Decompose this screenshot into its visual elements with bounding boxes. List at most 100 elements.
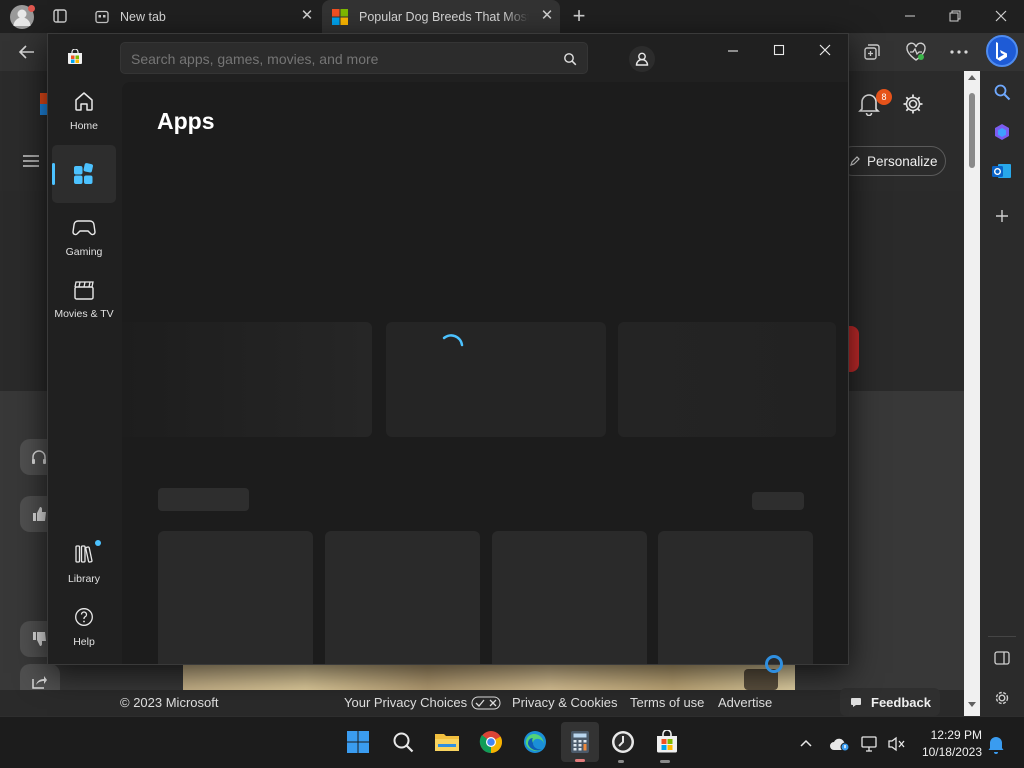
new-tab-button[interactable]: + <box>568 3 590 29</box>
store-main-content: Apps <box>122 82 848 664</box>
page-scrollbar[interactable] <box>964 71 980 716</box>
store-maximize-icon[interactable] <box>772 43 786 57</box>
sidebar-settings-icon[interactable] <box>993 689 1011 707</box>
clock-icon[interactable] <box>608 727 638 757</box>
selection-indicator <box>52 163 55 185</box>
app-card-placeholder <box>158 531 313 664</box>
clock-date[interactable]: 10/18/2023 <box>912 745 982 759</box>
back-arrow-icon[interactable] <box>18 43 36 61</box>
close-window-icon[interactable] <box>994 9 1008 23</box>
notification-count-badge: 8 <box>876 89 892 105</box>
profile-avatar[interactable] <box>10 5 35 29</box>
collections-icon[interactable] <box>862 42 882 62</box>
start-icon[interactable] <box>343 727 373 757</box>
clock-time[interactable]: 12:29 PM <box>922 728 982 742</box>
hero-placeholder-center <box>386 322 606 437</box>
close-tab-icon[interactable]: ✕ <box>540 8 554 23</box>
help-question-icon <box>75 608 93 626</box>
movies-clapper-icon <box>74 281 94 300</box>
scroll-up-arrow-icon[interactable] <box>967 73 977 81</box>
library-icon <box>75 545 93 563</box>
nav-library-label: Library <box>67 573 101 585</box>
pencil-icon <box>850 156 860 166</box>
footer-link-terms[interactable]: Terms of use <box>630 695 704 710</box>
account-icon[interactable] <box>629 46 655 72</box>
calculator-running-indicator <box>575 759 585 762</box>
scroll-down-arrow-icon[interactable] <box>967 701 977 709</box>
store-close-icon[interactable] <box>818 43 832 57</box>
browser-essentials-icon[interactable] <box>905 42 927 62</box>
clock-running-indicator <box>618 760 624 763</box>
notification-center-icon[interactable] <box>987 734 1005 754</box>
nav-movies-label: Movies & TV <box>54 308 114 320</box>
hamburger-menu-icon[interactable] <box>22 154 40 168</box>
nav-library[interactable]: Library <box>52 540 116 588</box>
footer-link-label: Your Privacy Choices <box>344 695 468 710</box>
section-title-placeholder <box>158 488 249 511</box>
footer-link-privacy-cookies[interactable]: Privacy & Cookies <box>512 695 617 710</box>
close-tab-icon[interactable]: ✕ <box>300 8 314 23</box>
onedrive-icon[interactable] <box>829 736 851 752</box>
sidebar-outlook-icon[interactable] <box>992 162 1012 180</box>
footer-link-advertise[interactable]: Advertise <box>718 695 772 710</box>
settings-gear-icon[interactable] <box>902 93 924 115</box>
personalize-label: Personalize <box>867 153 938 169</box>
feedback-label: Feedback <box>871 694 931 710</box>
copyright-text: © 2023 Microsoft <box>120 695 219 710</box>
search-icon[interactable] <box>563 52 577 66</box>
see-all-placeholder <box>752 492 804 510</box>
store-app-icon <box>67 49 83 65</box>
nav-home[interactable]: Home <box>52 90 116 142</box>
tab-new-tab[interactable]: New tab ✕ <box>86 0 320 33</box>
store-minimize-icon[interactable] <box>726 44 740 58</box>
show-hidden-icons-chevron[interactable] <box>799 738 813 748</box>
hide-sidebar-icon[interactable] <box>994 651 1010 665</box>
nav-movies-tv[interactable]: Movies & TV <box>52 280 116 324</box>
tab-dog-breeds[interactable]: Popular Dog Breeds That Most P ✕ <box>322 0 560 33</box>
app-card-placeholder <box>325 531 480 664</box>
new-tab-page-icon <box>95 10 109 23</box>
busy-cursor-icon <box>764 654 784 674</box>
search-icon[interactable] <box>388 727 418 757</box>
store-search-box[interactable] <box>120 42 588 74</box>
library-update-dot <box>95 540 101 546</box>
file-explorer-icon[interactable] <box>432 727 462 757</box>
hero-placeholder-right <box>618 322 836 437</box>
microsoft-store-window: Home Gaming Movies & TV Library Help App… <box>47 33 849 665</box>
volume-muted-icon[interactable] <box>887 736 907 752</box>
nav-gaming[interactable]: Gaming <box>52 218 116 262</box>
headphones-icon <box>32 450 46 464</box>
page-title: Apps <box>157 108 215 134</box>
hero-placeholder-left <box>122 322 372 437</box>
left-action-rail <box>0 431 60 713</box>
tab-actions-icon[interactable] <box>52 8 68 24</box>
minimize-icon[interactable] <box>903 9 917 23</box>
scrollbar-thumb[interactable] <box>969 93 975 168</box>
chrome-icon[interactable] <box>476 727 506 757</box>
footer-link-privacy-choices[interactable]: Your Privacy Choices <box>344 695 501 710</box>
sidebar-divider <box>988 636 1016 637</box>
edge-icon[interactable] <box>520 727 550 757</box>
nav-help[interactable]: Help <box>52 607 116 651</box>
gaming-controller-icon <box>72 220 96 236</box>
feedback-icon <box>851 698 861 707</box>
nav-apps-selected[interactable] <box>52 145 116 203</box>
personalize-button[interactable]: Personalize <box>838 146 946 176</box>
network-icon[interactable] <box>861 736 879 752</box>
profile-notification-dot <box>28 5 35 12</box>
app-card-placeholder <box>658 531 813 664</box>
feedback-button[interactable]: Feedback <box>840 688 940 716</box>
restore-icon[interactable] <box>948 9 962 23</box>
more-options-icon[interactable] <box>950 50 968 54</box>
calculator-icon[interactable] <box>561 722 599 762</box>
store-running-indicator <box>660 760 670 763</box>
sidebar-copilot-icon[interactable] <box>993 123 1011 141</box>
sidebar-search-icon[interactable] <box>993 83 1011 101</box>
loading-spinner-icon <box>436 331 466 361</box>
sidebar-add-icon[interactable] <box>994 208 1010 224</box>
store-icon[interactable] <box>652 727 682 757</box>
app-card-placeholder <box>492 531 647 664</box>
store-search-input[interactable] <box>131 49 551 69</box>
browser-tab-bar: New tab ✕ Popular Dog Breeds That Most P… <box>0 0 1024 33</box>
bing-copilot-icon[interactable] <box>986 35 1018 67</box>
